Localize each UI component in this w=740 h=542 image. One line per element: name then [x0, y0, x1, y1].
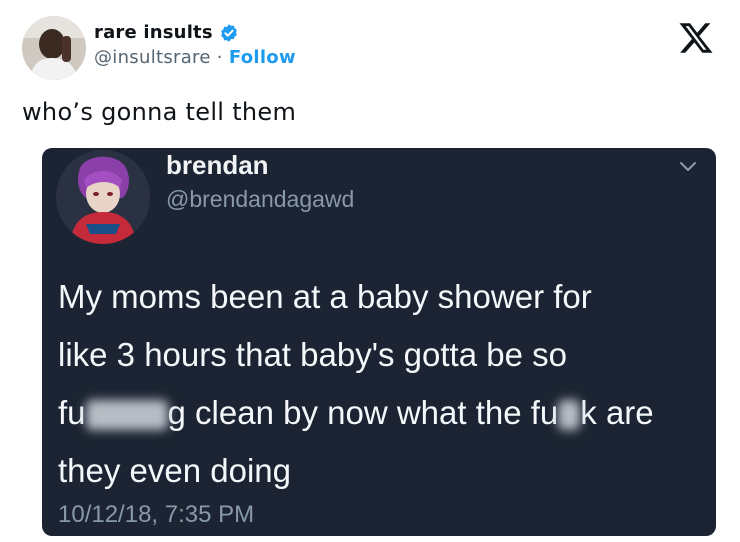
- embedded-tweet-image[interactable]: brendan @brendandagawd My moms been at a…: [42, 148, 716, 536]
- embedded-tweet-body: My moms been at a baby shower for like 3…: [58, 268, 698, 500]
- embedded-display-name: brendan: [166, 150, 269, 180]
- censor-blur-1: [85, 400, 168, 431]
- author-display-name[interactable]: rare insults: [94, 22, 213, 43]
- author-avatar[interactable]: [22, 16, 86, 80]
- body-line-1: My moms been at a baby shower for: [58, 278, 592, 315]
- follow-button[interactable]: Follow: [229, 47, 296, 68]
- x-logo-icon[interactable]: [678, 20, 714, 56]
- body-line-2: like 3 hours that baby's gotta be so: [58, 336, 567, 373]
- embedded-timestamp: 10/12/18, 7:35 PM: [58, 501, 255, 528]
- author-handle-row: @insultsrare · Follow: [94, 47, 296, 68]
- handle-separator: ·: [210, 47, 229, 68]
- body-line-3-end: k are: [580, 394, 654, 431]
- verified-badge-icon: [220, 23, 237, 42]
- body-line-3-middle: g clean by now what the fu: [167, 394, 559, 431]
- author-avatar-image: [22, 16, 86, 80]
- embedded-author-avatar: [56, 150, 150, 244]
- chevron-down-icon[interactable]: [678, 160, 698, 174]
- tweet-text: who’s gonna tell them: [22, 98, 297, 126]
- body-line-3: fu g clean by now what the fu k are: [58, 384, 698, 442]
- author-info: rare insults @insultsrare · Follow: [94, 22, 296, 68]
- author-handle[interactable]: @insultsrare: [94, 47, 211, 68]
- censor-blur-2: [558, 400, 581, 431]
- tweet-header: rare insults @insultsrare · Follow: [22, 16, 722, 80]
- body-line-4: they even doing: [58, 452, 292, 489]
- embedded-handle: @brendandagawd: [166, 186, 355, 212]
- body-line-3-start: fu: [58, 394, 86, 431]
- embedded-avatar-image: [56, 150, 150, 244]
